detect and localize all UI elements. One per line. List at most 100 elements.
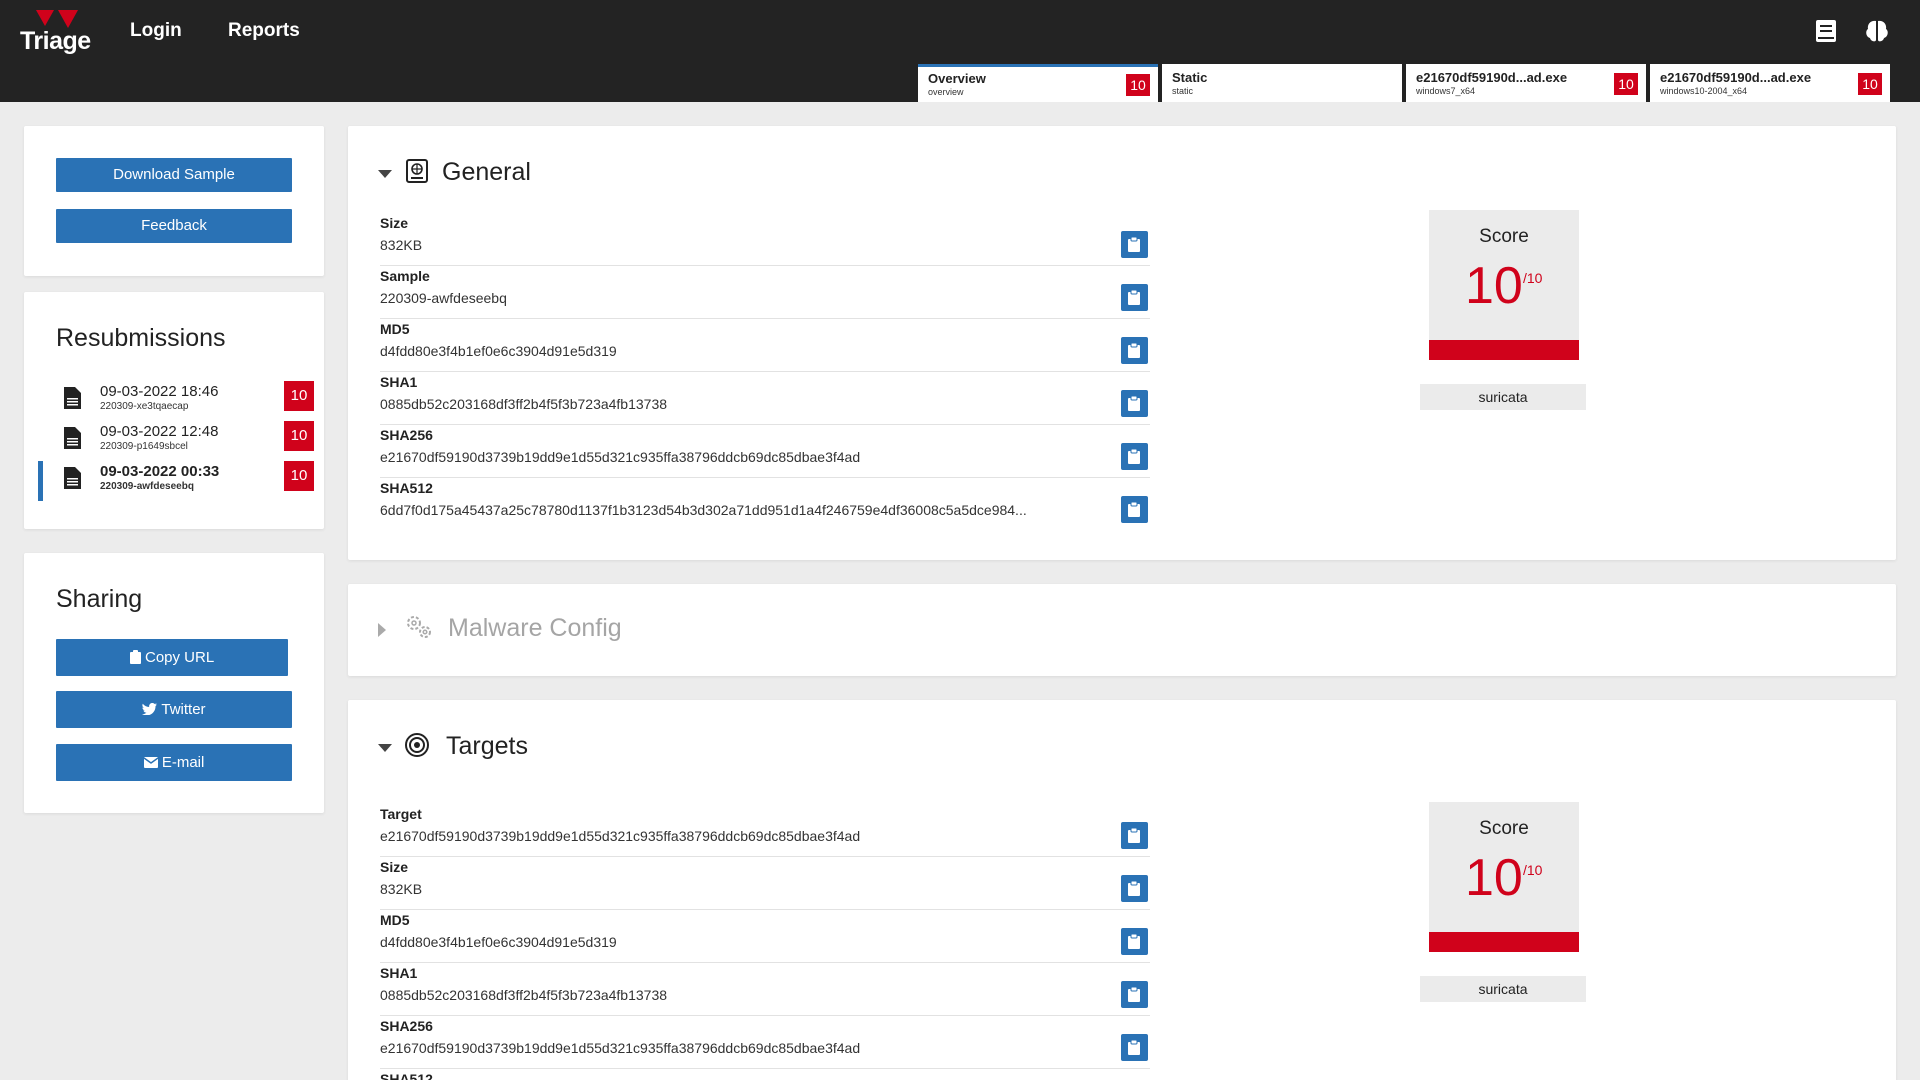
twitter-label: Twitter	[161, 701, 206, 718]
score-label: Score	[1479, 226, 1529, 247]
clipboard-icon	[1128, 881, 1140, 896]
field-value: 832KB	[380, 881, 423, 897]
general-size-field: Size 832KB	[380, 213, 1150, 266]
resubmission-item-selected[interactable]: 09-03-2022 00:33 220309-awfdeseebq 10	[38, 461, 314, 501]
copy-button[interactable]	[1121, 443, 1148, 470]
resubmission-id: 220309-awfdeseebq	[100, 481, 194, 492]
book-icon[interactable]	[1813, 18, 1839, 44]
field-label: SHA1	[380, 965, 418, 981]
resubmission-score-badge: 10	[284, 421, 314, 451]
copy-button[interactable]	[1121, 981, 1148, 1008]
clipboard-icon	[1128, 449, 1140, 464]
copy-button[interactable]	[1121, 390, 1148, 417]
signature-tag[interactable]: suricata	[1420, 976, 1586, 1002]
brain-icon[interactable]	[1864, 18, 1890, 44]
score-box: Score 10 /10	[1429, 802, 1579, 952]
tab-windows10-x64[interactable]: e21670df59190d...ad.exe windows10-2004_x…	[1650, 64, 1890, 102]
copy-button[interactable]	[1121, 496, 1148, 523]
field-value: d4fdd80e3f4b1ef0e6c3904d91e5d319	[380, 934, 617, 950]
field-value: e21670df59190d3739b19dd9e1d55d321c935ffa…	[380, 1040, 861, 1056]
general-sha1-field: SHA1 0885db52c203168df3ff2b4f5f3b723a4fb…	[380, 372, 1150, 425]
tab-title: Overview	[928, 71, 986, 86]
resubmission-score-badge: 10	[284, 461, 314, 491]
email-share-button[interactable]: E-mail	[56, 744, 292, 781]
collapse-caret-icon[interactable]	[378, 170, 392, 178]
tab-score-badge: 10	[1614, 73, 1638, 95]
field-value: d4fdd80e3f4b1ef0e6c3904d91e5d319	[380, 343, 617, 359]
score-bar	[1429, 932, 1579, 952]
clipboard-icon	[1128, 290, 1140, 305]
malware-config-panel: Malware Config	[348, 584, 1896, 676]
general-sample-field: Sample 220309-awfdeseebq	[380, 266, 1150, 319]
malware-config-title: Malware Config	[448, 614, 622, 642]
target-sha1-field: SHA1 0885db52c203168df3ff2b4f5f3b723a4fb…	[380, 963, 1150, 1016]
field-value: e21670df59190d3739b19dd9e1d55d321c935ffa…	[380, 828, 861, 844]
file-icon	[64, 427, 81, 449]
tab-title: e21670df59190d...ad.exe	[1416, 70, 1568, 85]
resubmission-item[interactable]: 09-03-2022 12:48 220309-p1649sbcel 10	[38, 421, 314, 457]
field-value: e21670df59190d3739b19dd9e1d55d321c935ffa…	[380, 449, 861, 465]
clipboard-icon	[1128, 502, 1140, 517]
field-label: MD5	[380, 321, 410, 337]
clipboard-icon	[1128, 343, 1140, 358]
sharing-title: Sharing	[56, 585, 143, 613]
copy-button[interactable]	[1121, 337, 1148, 364]
targets-title: Targets	[446, 732, 528, 760]
download-sample-button[interactable]: Download Sample	[56, 158, 292, 192]
sharing-card: Sharing Copy URL Twitter E-mail	[24, 553, 324, 813]
tab-windows7-x64[interactable]: e21670df59190d...ad.exe windows7_x64 10	[1406, 64, 1646, 102]
field-label: Size	[380, 859, 409, 875]
resubmission-date: 09-03-2022 12:48	[100, 423, 219, 440]
targets-panel: Targets Target e21670df59190d3739b19dd9e…	[348, 700, 1896, 1080]
actions-card: Download Sample Feedback	[24, 126, 324, 276]
copy-button[interactable]	[1121, 284, 1148, 311]
clipboard-icon	[1128, 987, 1140, 1002]
copy-button[interactable]	[1121, 928, 1148, 955]
signature-tag[interactable]: suricata	[1420, 384, 1586, 410]
tab-static[interactable]: Static static	[1162, 64, 1402, 102]
copy-button[interactable]	[1121, 231, 1148, 258]
twitter-share-button[interactable]: Twitter	[56, 691, 292, 728]
selection-indicator	[38, 461, 43, 501]
general-md5-field: MD5 d4fdd80e3f4b1ef0e6c3904d91e5d319	[380, 319, 1150, 372]
tab-subtitle: overview	[928, 87, 964, 97]
field-label: SHA512	[380, 1071, 433, 1080]
target-md5-field: MD5 d4fdd80e3f4b1ef0e6c3904d91e5d319	[380, 910, 1150, 963]
general-info-icon	[406, 159, 428, 183]
copy-button[interactable]	[1121, 875, 1148, 902]
copy-button[interactable]	[1121, 1034, 1148, 1061]
collapse-caret-icon[interactable]	[378, 744, 392, 752]
general-sha512-field: SHA512 6dd7f0d175a45437a25c78780d1137f1b…	[380, 478, 1150, 531]
score-value: 10	[1465, 849, 1523, 907]
copy-button[interactable]	[1121, 822, 1148, 849]
resubmission-item[interactable]: 09-03-2022 18:46 220309-xe3tqaecap 10	[38, 381, 314, 417]
resubmissions-card: Resubmissions 09-03-2022 18:46 220309-xe…	[24, 292, 324, 529]
tab-title: Static	[1172, 70, 1208, 85]
score-bar	[1429, 340, 1579, 360]
nav-login[interactable]: Login	[130, 20, 182, 42]
target-sha256-field: SHA256 e21670df59190d3739b19dd9e1d55d321…	[380, 1016, 1150, 1069]
nav-reports[interactable]: Reports	[228, 20, 300, 42]
resubmission-score-badge: 10	[284, 381, 314, 411]
general-sha256-field: SHA256 e21670df59190d3739b19dd9e1d55d321…	[380, 425, 1150, 478]
score-max: /10	[1523, 862, 1543, 878]
brand-name: Triage	[20, 27, 91, 55]
target-size-field: Size 832KB	[380, 857, 1150, 910]
field-value: 220309-awfdeseebq	[380, 290, 507, 306]
clipboard-icon	[1128, 828, 1140, 843]
feedback-button[interactable]: Feedback	[56, 209, 292, 243]
clipboard-icon	[1128, 237, 1140, 252]
envelope-icon	[143, 757, 159, 768]
copy-url-button[interactable]: Copy URL	[56, 639, 288, 676]
tab-score-badge: 10	[1126, 74, 1150, 96]
field-value: 0885db52c203168df3ff2b4f5f3b723a4fb13738	[380, 396, 668, 412]
tab-overview[interactable]: Overview overview 10	[918, 64, 1158, 102]
clipboard-icon	[1128, 934, 1140, 949]
expand-caret-icon[interactable]	[378, 623, 386, 637]
score-max: /10	[1523, 270, 1543, 286]
field-value: 0885db52c203168df3ff2b4f5f3b723a4fb13738	[380, 987, 668, 1003]
top-bar: Triage Login Reports Overview overview 1…	[0, 0, 1920, 102]
target-sha512-field: SHA512	[380, 1069, 1150, 1080]
triage-logo[interactable]: Triage	[18, 10, 96, 55]
tab-score-badge: 10	[1858, 73, 1882, 95]
